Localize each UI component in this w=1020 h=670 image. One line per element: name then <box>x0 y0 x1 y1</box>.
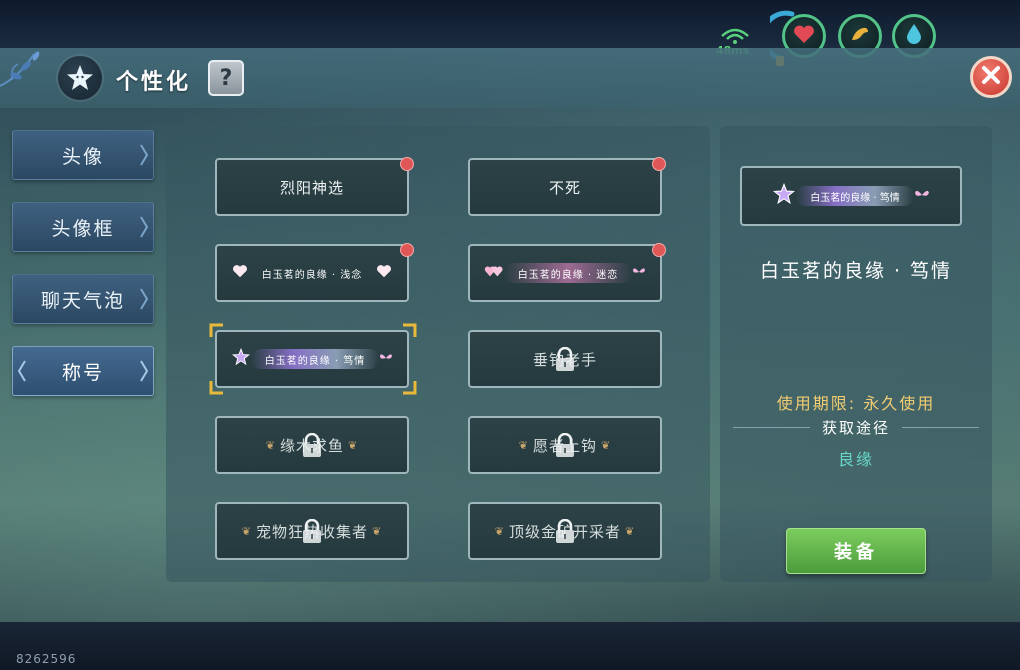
title-preview: 白玉茗的良缘 · 笃情 <box>740 166 962 226</box>
title-label: 不死 <box>548 178 581 197</box>
leaf-icon: ❦ <box>625 524 636 538</box>
sidebar-item-label: 头像框 <box>51 217 115 240</box>
bottom-scene-strip <box>0 622 1020 670</box>
chevron-right-icon <box>139 143 149 172</box>
title-card-locked[interactable]: ❦ 顶级金矿开采者 ❦ <box>468 502 662 560</box>
leaf-icon: ❦ <box>241 524 252 538</box>
new-dot-badge <box>400 243 414 257</box>
divider-line <box>902 426 980 428</box>
selection-frame <box>209 323 417 395</box>
sidebar-item-avatar-frame[interactable]: 头像框 <box>12 202 154 252</box>
new-dot-badge <box>400 157 414 171</box>
title-label: 白玉茗的良缘 · 迷恋 <box>503 263 633 283</box>
selected-title-name: 白玉茗的良缘 · 笃情 <box>759 260 953 282</box>
chevron-right-icon <box>139 359 149 388</box>
sidebar-item-chat-bubble[interactable]: 聊天气泡 <box>12 274 154 324</box>
preview-label: 白玉茗的良缘 · 笃情 <box>796 186 914 206</box>
title-card-locked[interactable]: ❦ 愿者上钩 ❦ <box>468 416 662 474</box>
chevron-right-icon <box>139 215 149 244</box>
leaf-icon: ❦ <box>518 438 529 452</box>
acquire-label: 获取途径 <box>822 418 891 437</box>
heart-icon <box>376 264 392 282</box>
new-dot-badge <box>652 157 666 171</box>
acquire-divider: 获取途径 <box>733 416 980 438</box>
title-card-locked[interactable]: 垂钓老手 <box>468 330 662 388</box>
divider-line <box>733 426 810 428</box>
leaf-icon: ❦ <box>601 438 612 452</box>
title-label: 烈阳神选 <box>279 178 344 197</box>
new-dot-badge <box>652 243 666 257</box>
sidebar-item-avatar[interactable]: 头像 <box>12 130 154 180</box>
usage-period: 使用期限: 永久使用 <box>776 394 936 413</box>
personalize-star-icon <box>58 56 102 100</box>
leaf-icon: ❦ <box>348 438 359 452</box>
lock-icon <box>554 432 576 463</box>
heart-icon <box>793 24 815 48</box>
equip-button[interactable]: 装备 <box>786 528 926 574</box>
lock-icon <box>301 518 323 549</box>
version-number: 8262596 <box>16 652 77 666</box>
page-title: 个性化 <box>116 70 192 95</box>
water-drop-icon <box>905 23 923 49</box>
title-card-locked[interactable]: ❦ 缘木求鱼 ❦ <box>215 416 409 474</box>
title-label: 白玉茗的良缘 · 浅念 <box>261 269 363 281</box>
close-icon <box>981 65 1001 89</box>
lock-icon <box>301 432 323 463</box>
title-card[interactable]: 白玉茗的良缘 · 迷恋 <box>468 244 662 302</box>
close-button[interactable] <box>970 56 1012 98</box>
butterfly-icon <box>632 264 646 282</box>
leaf-icon: ❦ <box>265 438 276 452</box>
lock-icon <box>554 518 576 549</box>
acquire-source: 良缘 <box>837 450 874 469</box>
sidebar-item-label: 称号 <box>61 361 104 384</box>
leaf-icon: ❦ <box>494 524 505 538</box>
chevron-right-icon <box>139 287 149 316</box>
help-button[interactable]: ? <box>208 60 244 96</box>
title-card[interactable]: 不死 <box>468 158 662 216</box>
sidebar-item-title[interactable]: 称号 <box>12 346 154 396</box>
title-card[interactable]: 白玉茗的良缘 · 浅念 <box>215 244 409 302</box>
title-card-locked[interactable]: ❦ 宠物狂热收集者 ❦ <box>215 502 409 560</box>
chevron-left-icon <box>17 359 27 388</box>
title-list-panel[interactable]: 烈阳神选 不死 白玉茗的良缘 · 浅念 白玉茗的良缘 · 迷恋 白玉茗的良缘 ·… <box>166 126 710 582</box>
purple-star-icon <box>772 182 796 209</box>
leaf-icon: ❦ <box>372 524 383 538</box>
muscle-icon <box>849 24 871 48</box>
lock-icon <box>554 346 576 377</box>
butterfly-icon <box>914 187 930 206</box>
double-heart-icon <box>484 264 504 282</box>
title-card[interactable]: 烈阳神选 <box>215 158 409 216</box>
sidebar-item-label: 聊天气泡 <box>40 289 125 312</box>
sidebar-item-label: 头像 <box>61 145 104 168</box>
heart-icon <box>232 264 248 282</box>
